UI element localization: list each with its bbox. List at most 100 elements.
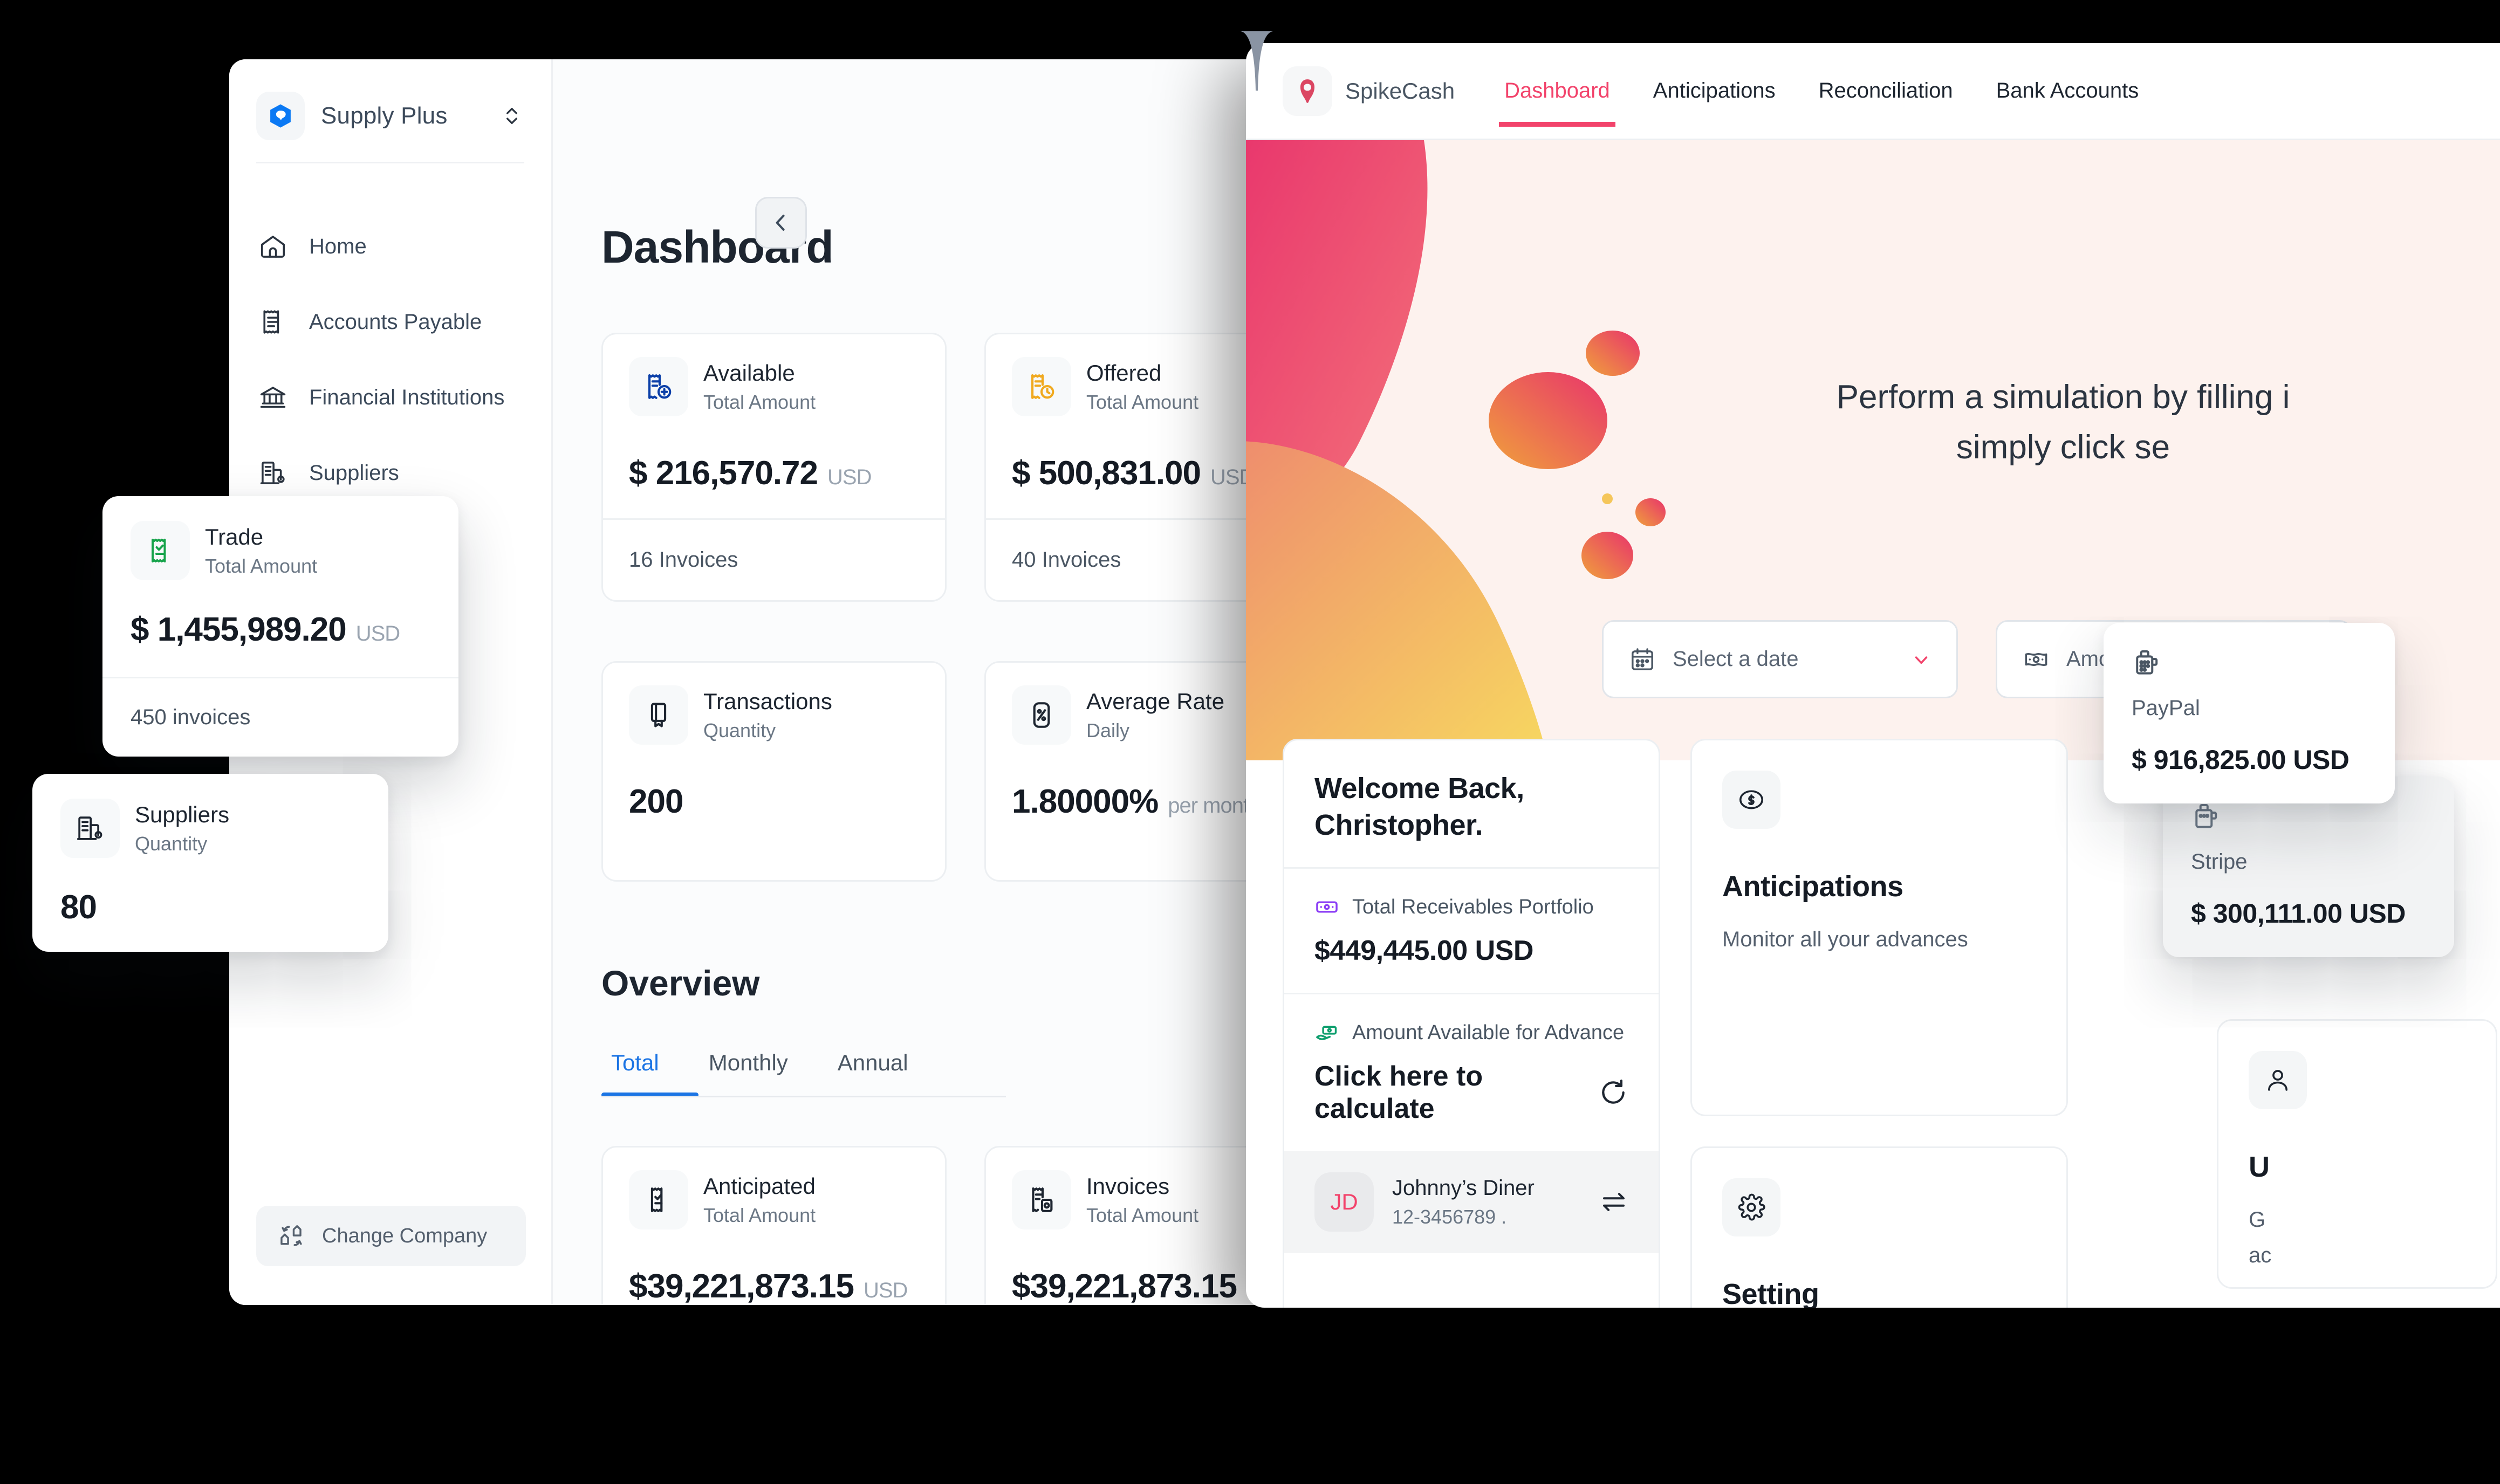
tab-total[interactable]: Total [601,1050,684,1097]
tile-desc-line1: G [2249,1208,2266,1232]
sidebar-item-accounts-payable[interactable]: Accounts Payable [256,284,524,360]
suppliers-icon [60,799,120,858]
sidebar-item-label: Financial Institutions [309,385,505,409]
company-switcher[interactable]: Supply Plus [256,59,524,162]
sidebar-item-financial-institutions[interactable]: Financial Institutions [256,360,524,435]
portfolio-icon [1314,895,1339,919]
account-id: 12-3456789 . [1392,1205,1507,1228]
floating-card-title: Trade [205,524,264,549]
overview-card-subtitle: Total Amount [703,1204,816,1227]
avatar: JD [1314,1172,1374,1232]
decorative-spike [1241,31,1273,91]
date-select-placeholder: Select a date [1673,647,1799,671]
tile-anticipations[interactable]: Anticipations Monitor all your advances [1690,739,2068,1116]
calculate-action[interactable]: Click here to calculate [1314,1060,1598,1125]
receipt-icon [256,307,290,336]
money-icon [2022,645,2050,674]
sidebar-item-label: Home [309,234,367,258]
nav-anticipations[interactable]: Anticipations [1653,79,1776,103]
gear-icon [1722,1178,1780,1236]
overview-card-value: $39,221,873.15 [629,1268,854,1305]
stat-card-title: Transactions [703,688,832,714]
tab-monthly[interactable]: Monthly [684,1050,813,1097]
stat-card-subtitle: Daily [1086,719,1130,742]
trade-receipt-icon [131,521,190,580]
overview-card-title: Invoices [1086,1173,1170,1199]
floating-card-subtitle: Quantity [135,833,208,855]
company-name: Supply Plus [321,102,448,129]
nav-reconciliation[interactable]: Reconciliation [1819,79,1953,103]
chevron-down-icon[interactable] [1911,649,1931,670]
change-company-label: Change Company [322,1224,488,1247]
stat-card-title: Offered [1086,360,1162,386]
sidebar-item-label: Suppliers [309,461,399,485]
pos-terminal-icon [2132,648,2367,678]
floating-card-suppliers[interactable]: Suppliers Quantity 80 [32,774,388,952]
screenshot-stage: Supply Plus Home Accounts Payable Financ… [0,0,2500,1484]
spikecash-logo-icon [1283,66,1332,116]
stat-card-footer: 16 Invoices [603,518,945,600]
sidebar-nav: Home Accounts Payable Financial Institut… [256,176,524,511]
stat-card-value: 200 [629,783,683,820]
floating-card-stripe[interactable]: Stripe $ 300,111.00 USD [2163,777,2454,957]
anticipated-icon [629,1170,688,1229]
date-select[interactable]: Select a date [1602,620,1958,698]
sidebar-divider [256,162,524,163]
stat-card-transactions[interactable]: Transactions Quantity 200 [601,661,947,882]
sidebar-item-label: Accounts Payable [309,310,482,334]
supply-plus-logo-icon [256,92,305,140]
invoice-clock-icon [1012,357,1071,416]
sidebar-item-home[interactable]: Home [256,209,524,284]
welcome-greeting: Welcome Back, Christopher. [1314,772,1524,841]
home-icon [256,232,290,261]
stat-card-currency: USD [827,465,872,489]
stat-card-title: Average Rate [1086,688,1225,714]
overview-card-subtitle: Total Amount [1086,1204,1199,1227]
overview-tabs: Total Monthly Annual [601,1050,1006,1097]
overview-card-currency: USD [863,1279,908,1302]
change-company-icon [278,1222,306,1250]
floating-card-title: Suppliers [135,801,230,827]
advance-section: Amount Available for Advance Click here … [1284,993,1659,1151]
portfolio-label: Total Receivables Portfolio [1352,895,1594,918]
floating-card-paypal[interactable]: PayPal $ 916,825.00 USD [2104,623,2395,803]
nav-bank-accounts[interactable]: Bank Accounts [1996,79,2139,103]
floating-card-value: $ 1,455,989.20 [131,611,347,648]
floating-card-footer: 450 invoices [102,677,458,757]
floating-card-title: PayPal [2132,696,2200,720]
floating-card-trade[interactable]: Trade Total Amount $ 1,455,989.20 USD 45… [102,496,458,757]
overview-card-anticipated[interactable]: Anticipated Total Amount $39,221,873.15 … [601,1146,947,1305]
dollar-circle-icon [1722,771,1780,829]
stat-card-subtitle: Quantity [703,719,776,742]
overview-card-title: Anticipated [703,1173,816,1199]
floating-card-title: Stripe [2191,850,2248,874]
stat-card-value: $ 500,831.00 [1012,455,1201,492]
floating-card-value: 80 [60,889,97,926]
transaction-icon [629,685,688,745]
stat-card-title: Available [703,360,795,386]
stat-card-value: $ 216,570.72 [629,455,818,492]
percent-icon [1012,685,1071,745]
tile-users[interactable]: U G ac [2217,1019,2497,1289]
sidebar-collapse-button[interactable] [755,197,807,249]
suppliers-icon [256,458,290,487]
stat-card-value: 1.80000% [1012,783,1159,820]
tile-title: Anticipations [1722,870,1903,903]
overview-card-value: $39,221,873.15 [1012,1268,1237,1305]
pos-terminal-icon [2191,801,2426,832]
stat-card-available[interactable]: Available Total Amount $ 216,570.72 USD … [601,333,947,602]
switch-account-icon[interactable] [1599,1187,1628,1217]
tile-desc: Monitor all your advances [1722,927,1968,951]
refresh-icon[interactable] [1598,1077,1628,1108]
tile-desc-line2: ac [2249,1243,2272,1267]
spikecash-topbar: SpikeCash Dashboard Anticipations Reconc… [1246,43,2500,140]
change-company-button[interactable]: Change Company [256,1206,526,1266]
nav-dashboard[interactable]: Dashboard [1499,79,1615,127]
tile-setting[interactable]: Setting Manage your company's informatio… [1690,1146,2068,1308]
chevron-updown-icon[interactable] [499,102,524,129]
floating-card-value: $ 300,111.00 USD [2191,898,2406,929]
tab-annual[interactable]: Annual [813,1050,933,1097]
floating-card-subtitle: Total Amount [205,555,318,578]
user-icon [2249,1051,2307,1109]
account-row[interactable]: JD Johnny’s Diner 12-3456789 . [1284,1151,1659,1253]
